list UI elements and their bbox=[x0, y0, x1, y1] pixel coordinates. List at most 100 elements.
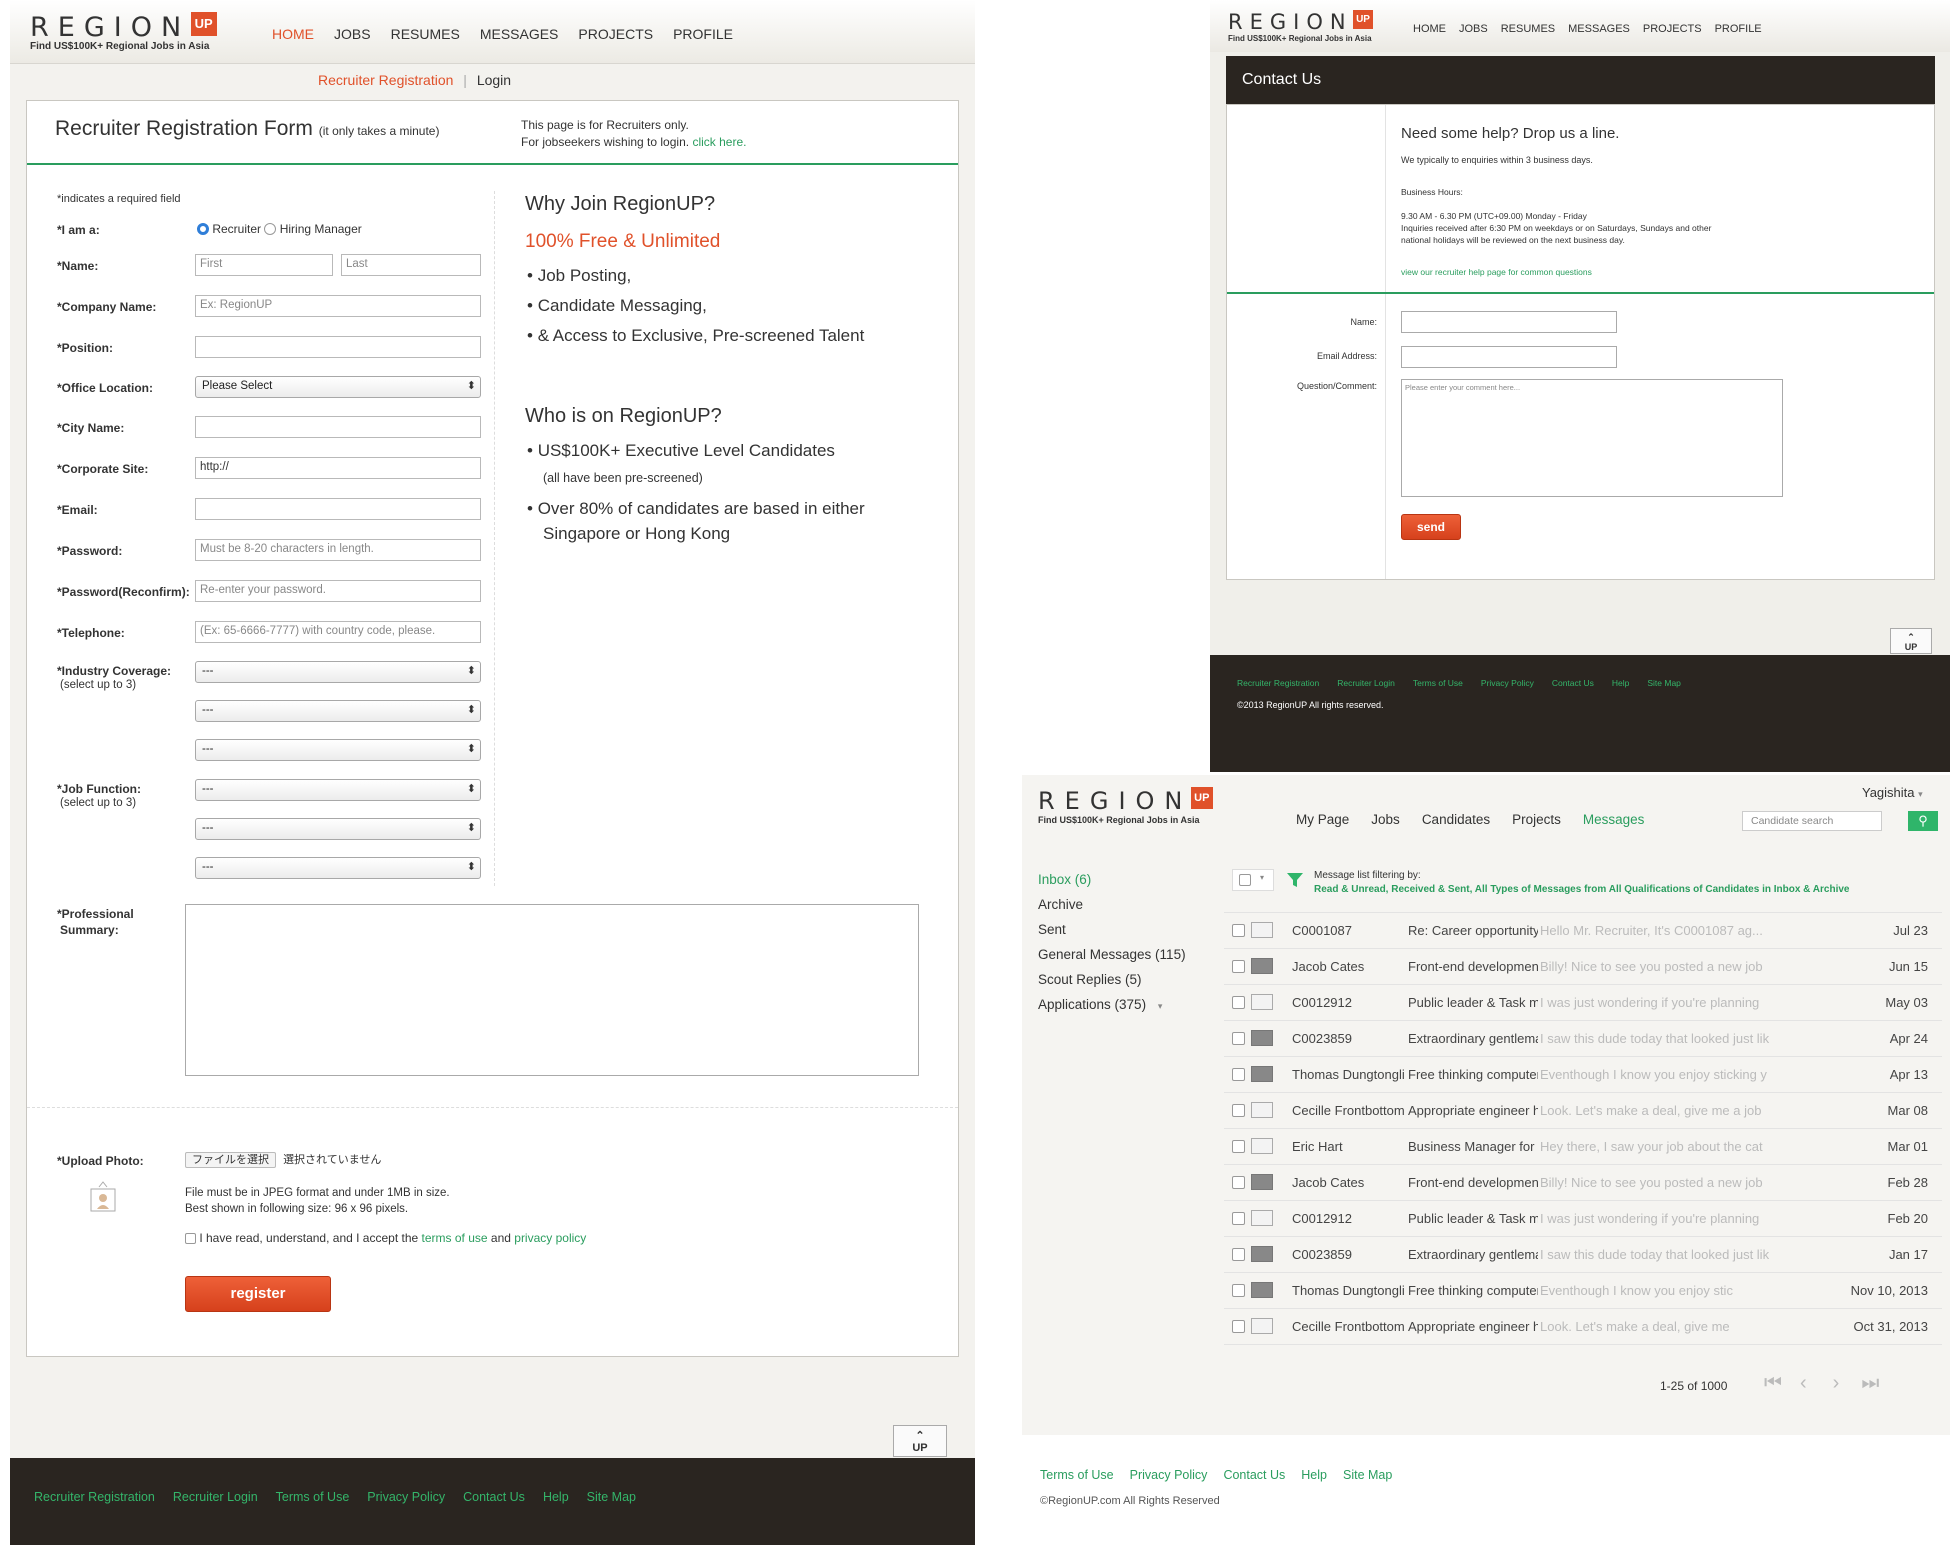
footer-link[interactable]: Terms of Use bbox=[276, 1490, 350, 1504]
nav-resumes[interactable]: RESUMES bbox=[391, 26, 460, 42]
scroll-up-button[interactable]: ⌃ UP bbox=[1890, 628, 1932, 654]
prev-page-icon[interactable]: ‹ bbox=[1800, 1372, 1807, 1394]
row-checkbox[interactable] bbox=[1232, 1140, 1245, 1153]
row-checkbox[interactable] bbox=[1232, 1248, 1245, 1261]
table-row[interactable]: Thomas Dungtonglitch Free thinking comput… bbox=[1224, 1057, 1942, 1093]
nav-jobs[interactable]: Jobs bbox=[1371, 812, 1400, 827]
row-checkbox[interactable] bbox=[1232, 1212, 1245, 1225]
footer-link[interactable]: Recruiter Registration bbox=[34, 1490, 155, 1504]
job-function-select-1[interactable]: --- bbox=[195, 779, 481, 801]
folder-sent[interactable]: Sent bbox=[1038, 917, 1186, 942]
logo[interactable]: REGION UP Find US$100K+ Regional Jobs in… bbox=[30, 12, 217, 52]
industry-select-1[interactable]: --- bbox=[195, 661, 481, 683]
scroll-up-button[interactable]: ⌃ UP bbox=[893, 1425, 947, 1457]
terms-link[interactable]: terms of use bbox=[422, 1231, 488, 1245]
industry-select-3[interactable]: --- bbox=[195, 739, 481, 761]
nav-projects[interactable]: Projects bbox=[1512, 812, 1561, 827]
row-checkbox[interactable] bbox=[1232, 960, 1245, 973]
select-all-checkbox[interactable] bbox=[1239, 874, 1251, 886]
filter-icon[interactable] bbox=[1286, 871, 1304, 889]
row-checkbox[interactable] bbox=[1232, 1176, 1245, 1189]
nav-my-page[interactable]: My Page bbox=[1296, 812, 1349, 827]
job-function-select-2[interactable]: --- bbox=[195, 818, 481, 840]
city-input[interactable] bbox=[195, 416, 481, 438]
logo[interactable]: REGION UP Find US$100K+ Regional Jobs in… bbox=[1228, 10, 1374, 43]
email-input[interactable] bbox=[1401, 346, 1617, 368]
company-input[interactable]: Ex: RegionUP bbox=[195, 295, 481, 317]
footer-link[interactable]: Terms of Use bbox=[1040, 1468, 1114, 1482]
table-row[interactable]: C0023859 Extraordinary gentleman...I saw … bbox=[1224, 1021, 1942, 1057]
footer-link[interactable]: Contact Us bbox=[463, 1490, 525, 1504]
comment-textarea[interactable]: Please enter your comment here... bbox=[1401, 379, 1783, 497]
footer-link[interactable]: Contact Us bbox=[1223, 1468, 1285, 1482]
first-name-input[interactable]: First bbox=[195, 254, 333, 276]
industry-select-2[interactable]: --- bbox=[195, 700, 481, 722]
telephone-input[interactable]: (Ex: 65-6666-7777) with country code, pl… bbox=[195, 621, 481, 643]
row-checkbox[interactable] bbox=[1232, 924, 1245, 937]
footer-link[interactable]: Help bbox=[1301, 1468, 1327, 1482]
folder-applications[interactable]: Applications (375) ▾ bbox=[1038, 992, 1186, 1019]
footer-link[interactable]: Help bbox=[543, 1490, 569, 1504]
register-button[interactable]: register bbox=[185, 1276, 331, 1312]
footer-link[interactable]: Privacy Policy bbox=[1130, 1468, 1208, 1482]
table-row[interactable]: C0023859 Extraordinary gentleman...I saw … bbox=[1224, 1237, 1942, 1273]
table-row[interactable]: Cecille Frontbottom Appropriate engineer … bbox=[1224, 1309, 1942, 1345]
folder-inbox[interactable]: Inbox (6) bbox=[1038, 867, 1186, 892]
footer-link[interactable]: Site Map bbox=[1343, 1468, 1392, 1482]
row-checkbox[interactable] bbox=[1232, 1320, 1245, 1333]
nav-jobs[interactable]: JOBS bbox=[334, 26, 371, 42]
terms-checkbox[interactable] bbox=[185, 1233, 196, 1244]
last-name-input[interactable]: Last bbox=[341, 254, 481, 276]
nav-home[interactable]: HOME bbox=[1413, 23, 1446, 35]
footer-link[interactable]: Recruiter Registration bbox=[1237, 678, 1319, 688]
footer-link[interactable]: Recruiter Login bbox=[1337, 678, 1395, 688]
folder-archive[interactable]: Archive bbox=[1038, 892, 1186, 917]
first-page-icon[interactable]: ⏮ bbox=[1764, 1372, 1782, 1394]
job-function-select-3[interactable]: --- bbox=[195, 857, 481, 879]
radio-hiring-manager[interactable] bbox=[264, 223, 277, 235]
footer-link[interactable]: Privacy Policy bbox=[1481, 678, 1534, 688]
search-icon[interactable]: ⚲ bbox=[1908, 811, 1938, 831]
select-all-dropdown[interactable]: ▾ bbox=[1232, 869, 1274, 891]
footer-link[interactable]: Recruiter Login bbox=[173, 1490, 258, 1504]
nav-home[interactable]: HOME bbox=[272, 26, 314, 42]
password-input[interactable]: Must be 8-20 characters in length. bbox=[195, 539, 481, 561]
password-reconfirm-input[interactable]: Re-enter your password. bbox=[195, 580, 481, 602]
footer-link[interactable]: Site Map bbox=[1647, 678, 1681, 688]
last-page-icon[interactable]: ⏭ bbox=[1861, 1372, 1879, 1394]
footer-link[interactable]: Terms of Use bbox=[1413, 678, 1463, 688]
nav-messages[interactable]: MESSAGES bbox=[1568, 23, 1630, 35]
row-checkbox[interactable] bbox=[1232, 996, 1245, 1009]
file-choose-button[interactable]: ファイルを選択 bbox=[185, 1152, 276, 1168]
nav-messages[interactable]: MESSAGES bbox=[480, 26, 559, 42]
logo[interactable]: REGION UP Find US$100K+ Regional Jobs in… bbox=[1038, 787, 1213, 825]
row-checkbox[interactable] bbox=[1232, 1068, 1245, 1081]
table-row[interactable]: C0012912 Public leader & Task ma...I was … bbox=[1224, 985, 1942, 1021]
table-row[interactable]: Cecille Frontbottom Appropriate engineer … bbox=[1224, 1093, 1942, 1129]
nav-candidates[interactable]: Candidates bbox=[1422, 812, 1490, 827]
table-row[interactable]: Jacob Cates Front-end development ...Bill… bbox=[1224, 1165, 1942, 1201]
radio-recruiter[interactable] bbox=[197, 223, 209, 235]
table-row[interactable]: Eric Hart Business Manager for th...Hey t… bbox=[1224, 1129, 1942, 1165]
nav-profile[interactable]: PROFILE bbox=[1715, 23, 1762, 35]
table-row[interactable]: Thomas Dungtonglitch Free thinking comput… bbox=[1224, 1273, 1942, 1309]
corporate-site-input[interactable]: http:// bbox=[195, 457, 481, 479]
filter-value[interactable]: Read & Unread, Received & Sent, All Type… bbox=[1314, 884, 1850, 895]
privacy-link[interactable]: privacy policy bbox=[514, 1231, 586, 1245]
subnav-login[interactable]: Login bbox=[477, 72, 511, 88]
footer-link[interactable]: Contact Us bbox=[1552, 678, 1594, 688]
nav-profile[interactable]: PROFILE bbox=[673, 26, 733, 42]
nav-projects[interactable]: PROJECTS bbox=[578, 26, 653, 42]
nav-projects[interactable]: PROJECTS bbox=[1643, 23, 1702, 35]
table-row[interactable]: C0001087 Re: Career opportunity f...Hello… bbox=[1224, 913, 1942, 949]
nav-messages[interactable]: Messages bbox=[1583, 812, 1645, 827]
position-input[interactable] bbox=[195, 336, 481, 358]
row-checkbox[interactable] bbox=[1232, 1032, 1245, 1045]
help-link[interactable]: view our recruiter help page for common … bbox=[1401, 267, 1592, 277]
name-input[interactable] bbox=[1401, 311, 1617, 333]
nav-jobs[interactable]: JOBS bbox=[1459, 23, 1488, 35]
folder-general[interactable]: General Messages (115) bbox=[1038, 942, 1186, 967]
jobseeker-login-link[interactable]: click here. bbox=[692, 135, 746, 149]
folder-scout-replies[interactable]: Scout Replies (5) bbox=[1038, 967, 1186, 992]
office-select[interactable]: Please Select bbox=[195, 376, 481, 398]
